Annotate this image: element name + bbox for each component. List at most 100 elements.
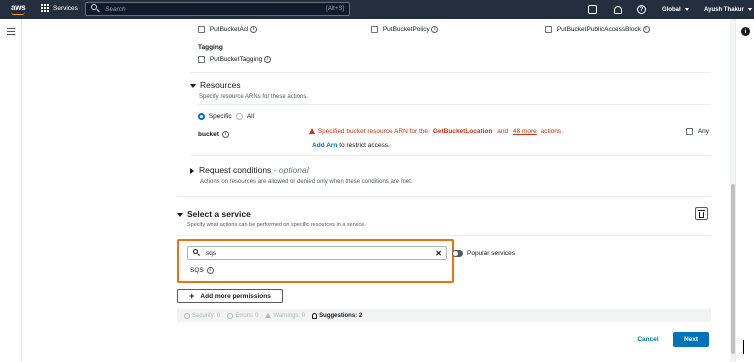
search-placeholder: Search <box>105 5 126 13</box>
search-shortcut: [Alt+S] <box>326 6 344 12</box>
text-cursor <box>743 340 744 354</box>
info-icon[interactable]: i <box>206 267 214 274</box>
add-arn-link[interactable]: Add Arn <box>312 142 337 149</box>
warning-icon <box>265 313 272 318</box>
action-checkbox-putbuckettagging[interactable]: PutBucketTagging i <box>198 56 271 63</box>
suggestions-label: Suggestions: 2 <box>319 312 363 319</box>
top-navigation-bar: aws Services Search [Alt+S] ? Global Ayu… <box>0 0 754 19</box>
plus-icon: + <box>189 291 195 301</box>
left-rail <box>0 19 22 362</box>
service-result-label: SQS <box>190 267 204 275</box>
tagging-heading: Tagging <box>198 44 223 51</box>
help-icon: ? <box>637 5 646 14</box>
next-button[interactable]: Next <box>673 332 709 347</box>
global-search-input[interactable]: Search [Alt+S] <box>85 2 350 16</box>
bucket-label: bucket <box>198 131 219 139</box>
scrollbar[interactable] <box>730 19 735 362</box>
cancel-button[interactable]: Cancel <box>630 333 666 346</box>
optional-label: - optional <box>273 165 309 175</box>
action-label: PutBucketAcl <box>209 26 249 34</box>
aws-logo-text: aws <box>11 3 26 12</box>
shield-icon <box>184 312 190 319</box>
service-search-value: sqs <box>206 249 217 257</box>
any-checkbox[interactable]: Any <box>686 128 709 135</box>
divider <box>177 196 711 197</box>
bucket-arn-error: Specified bucket resource ARN for the Ge… <box>309 128 563 135</box>
checkbox[interactable] <box>198 26 205 33</box>
select-service-toggle[interactable]: Select a service <box>177 209 251 219</box>
error-action: GetBucketLocation <box>432 128 493 135</box>
security-label: Security: 0 <box>192 312 221 319</box>
select-service-title: Select a service <box>187 209 251 219</box>
add-arn-row: Add Arn to restrict access. <box>312 142 390 149</box>
region-selector[interactable]: Global <box>662 0 689 19</box>
policy-validation-bar: Security: 0 Errors: 0 Warnings: 0 Sugges… <box>177 309 711 322</box>
divider <box>190 72 711 73</box>
service-search-input[interactable]: sqs ✕ <box>187 246 447 260</box>
warnings-label: Warnings: 0 <box>273 312 306 319</box>
bell-icon <box>613 5 622 14</box>
divider <box>190 155 711 156</box>
region-label: Global <box>662 6 681 13</box>
suggestions-count[interactable]: Suggestions: 2 <box>312 312 363 319</box>
action-checkbox-putbucketpolicy[interactable]: PutBucketPolicy i <box>371 26 439 34</box>
info-icon[interactable]: i <box>221 131 229 138</box>
divider <box>177 235 711 236</box>
radio-specific-label: Specific <box>208 113 232 121</box>
security-count[interactable]: Security: 0 <box>184 312 221 319</box>
info-icon[interactable]: i <box>249 26 257 33</box>
action-checkbox-putbucketacl[interactable]: PutBucketAcl i <box>198 26 257 33</box>
resources-section-toggle[interactable]: Resources <box>190 80 241 90</box>
services-menu-button[interactable]: Services <box>41 4 78 12</box>
grid-icon <box>41 4 49 12</box>
clear-icon[interactable]: ✕ <box>435 249 442 258</box>
warnings-count[interactable]: Warnings: 0 <box>265 313 305 319</box>
account-menu[interactable]: Ayush Thakur <box>704 0 752 19</box>
radio-specific[interactable]: Specific <box>198 113 232 120</box>
checkbox[interactable] <box>371 26 378 33</box>
errors-count[interactable]: Errors: 0 <box>227 312 259 319</box>
request-conditions-toggle[interactable]: Request conditions - optional <box>190 165 309 175</box>
action-checkbox-putbucketpublicaccessblock[interactable]: PutBucketPublicAccessBlock i <box>545 26 650 33</box>
add-more-permissions-button[interactable]: + Add more permissions <box>177 289 283 303</box>
errors-label: Errors: 0 <box>235 312 259 319</box>
resources-title: Resources <box>200 80 241 90</box>
delete-button[interactable] <box>695 207 708 220</box>
action-label: PutBucketPolicy <box>382 26 430 34</box>
scrollbar-thumb[interactable] <box>730 184 735 354</box>
select-service-description: Specify what actions can be performed on… <box>187 222 366 228</box>
add-more-label: Add more permissions <box>200 292 271 300</box>
checkbox[interactable] <box>198 56 205 63</box>
request-conditions-title: Request conditions <box>199 165 272 175</box>
menu-icon[interactable] <box>7 28 15 36</box>
error-more-link[interactable]: 48 more <box>513 128 537 135</box>
notifications-button[interactable] <box>613 0 622 19</box>
help-button[interactable]: ? <box>637 0 646 19</box>
aws-smile-icon <box>11 12 25 15</box>
trash-icon <box>698 209 705 218</box>
info-icon[interactable]: i <box>263 56 271 63</box>
right-rail: i <box>735 19 754 362</box>
checkbox[interactable] <box>686 128 693 135</box>
aws-logo[interactable]: aws <box>9 2 31 17</box>
chevron-down-icon <box>747 8 752 11</box>
radio-unselected[interactable] <box>236 113 243 120</box>
action-label: PutBucketTagging <box>209 56 263 64</box>
info-panel-icon[interactable]: i <box>741 27 750 36</box>
request-conditions-description: Actions on resources are allowed or deni… <box>200 179 413 185</box>
radio-all[interactable]: All <box>236 113 254 120</box>
any-label: Any <box>697 128 710 136</box>
services-label: Services <box>53 4 78 12</box>
cloudshell-button[interactable] <box>588 0 597 19</box>
info-icon[interactable]: i <box>431 26 439 33</box>
user-name: Ayush Thakur <box>704 6 744 13</box>
popular-services-toggle[interactable] <box>452 250 463 257</box>
add-arn-suffix: to restrict access. <box>339 142 390 149</box>
search-icon <box>192 248 202 258</box>
info-icon[interactable]: i <box>642 26 650 33</box>
service-result-sqs[interactable]: SQS i <box>190 267 214 274</box>
radio-selected[interactable] <box>198 113 205 120</box>
radio-all-label: All <box>246 113 255 121</box>
checkbox[interactable] <box>545 26 552 33</box>
terminal-icon <box>588 5 597 14</box>
